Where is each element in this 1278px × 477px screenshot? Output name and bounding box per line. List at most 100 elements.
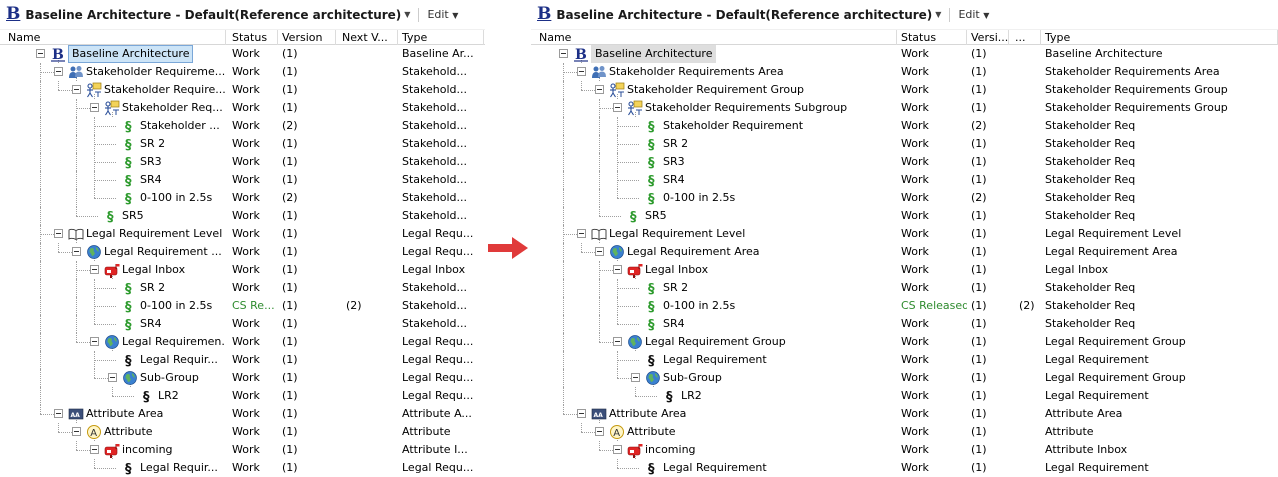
column-header-version[interactable]: Versi... (967, 30, 1009, 45)
tree-row[interactable]: Stakeholder Requireme... Work (1) Stakehold… (0, 63, 485, 81)
column-header-type[interactable]: Type (1041, 30, 1278, 45)
collapse-toggle-icon[interactable] (36, 49, 45, 58)
tree-item-label[interactable]: Attribute (104, 423, 153, 441)
tree-item-label[interactable]: SR4 (140, 171, 162, 189)
tree-row[interactable]: § Stakeholder Requirement Work (2) Stakehold… (531, 117, 1278, 135)
collapse-toggle-icon[interactable] (72, 247, 81, 256)
tree-row[interactable]: § SR4 Work (1) Stakeholder Req (531, 171, 1278, 189)
collapse-toggle-icon[interactable] (54, 409, 63, 418)
column-header-type[interactable]: Type (398, 30, 484, 45)
collapse-toggle-icon[interactable] (613, 265, 622, 274)
tree-item-label[interactable]: SR5 (645, 207, 667, 225)
tree-item-label[interactable]: SR5 (122, 207, 144, 225)
tree-row[interactable]: § Legal Requir... Work (1) Legal Requ... (0, 351, 485, 369)
tree-row[interactable]: § SR4 Work (1) Stakehold... (0, 171, 485, 189)
tree-row[interactable]: Legal Inbox Work (1) Legal Inbox (0, 261, 485, 279)
collapse-toggle-icon[interactable] (90, 103, 99, 112)
tree-row[interactable]: A Attribute Work (1) Attribute (0, 423, 485, 441)
edit-menu[interactable]: Edit ▼ (427, 8, 458, 21)
tree-row[interactable]: incoming Work (1) Attribute Inbox (531, 441, 1278, 459)
tree-item-label[interactable]: 0-100 in 2.5s (140, 297, 212, 315)
tree-row[interactable]: B Baseline Architecture Work (1) Baseline Ar… (0, 45, 485, 63)
tree-row[interactable]: § LR2 Work (1) Legal Requirement (531, 387, 1278, 405)
tree-item-label[interactable]: 0-100 in 2.5s (140, 189, 212, 207)
tree-item-label[interactable]: Legal Requirement (663, 351, 767, 369)
tree-row[interactable]: Sub-Group Work (1) Legal Requirement Group (531, 369, 1278, 387)
tree-item-label[interactable]: Attribute Area (86, 405, 163, 423)
tree-item-label[interactable]: SR 2 (140, 135, 165, 153)
tree-row[interactable]: § SR4 Work (1) Stakeholder Req (531, 315, 1278, 333)
tree-row[interactable]: Legal Requirement Group Work (1) Legal Requ… (531, 333, 1278, 351)
tree-item-label[interactable]: Attribute Area (609, 405, 686, 423)
tree-item-label[interactable]: SR 2 (663, 135, 688, 153)
tree-row[interactable]: § SR3 Work (1) Stakeholder Req (531, 153, 1278, 171)
tree-item-label[interactable]: Attribute (627, 423, 676, 441)
tree-item-label[interactable]: SR3 (663, 153, 685, 171)
collapse-toggle-icon[interactable] (54, 67, 63, 76)
tree-item-label[interactable]: Stakeholder Requirement (663, 117, 803, 135)
tree-item-label[interactable]: Baseline Architecture (591, 45, 717, 63)
collapse-toggle-icon[interactable] (90, 265, 99, 274)
tree-item-label[interactable]: SR3 (140, 153, 162, 171)
collapse-toggle-icon[interactable] (577, 67, 586, 76)
tree-item-label[interactable]: Legal Requirement ... (104, 243, 222, 261)
tree-row[interactable]: § SR 2 Work (1) Stakehold... (0, 279, 485, 297)
tree-row[interactable]: § Legal Requirement Work (1) Legal Requireme… (531, 351, 1278, 369)
column-header-status[interactable]: Status (228, 30, 278, 45)
tree-row[interactable]: § 0-100 in 2.5s CS Released (1) (2) Stakehold… (531, 297, 1278, 315)
tree-item-label[interactable]: Stakeholder Requirements Subgroup (645, 99, 847, 117)
column-header-status[interactable]: Status (897, 30, 967, 45)
tree-item-label[interactable]: Legal Requir... (140, 351, 218, 369)
tree-row[interactable]: Stakeholder Requirement Group Work (1) Stak… (531, 81, 1278, 99)
collapse-toggle-icon[interactable] (577, 409, 586, 418)
tree-row[interactable]: AA Attribute Area Work (1) Attribute A... (0, 405, 485, 423)
tree-row[interactable]: Stakeholder Req... Work (1) Stakehold... (0, 99, 485, 117)
tree-item-label[interactable]: Legal Requirement Group (645, 333, 786, 351)
tree-row[interactable]: § SR5 Work (1) Stakehold... (0, 207, 485, 225)
tree-item-label[interactable]: Stakeholder Require... (104, 81, 226, 99)
tree-row[interactable]: § SR3 Work (1) Stakehold... (0, 153, 485, 171)
column-header-next[interactable]: ... (1011, 30, 1041, 45)
tree-item-label[interactable]: LR2 (681, 387, 702, 405)
tree-row[interactable]: § SR 2 Work (1) Stakehold... (0, 135, 485, 153)
tree-item-label[interactable]: 0-100 in 2.5s (663, 189, 735, 207)
collapse-toggle-icon[interactable] (90, 337, 99, 346)
tree-row[interactable]: § 0-100 in 2.5s Work (2) Stakehold... (0, 189, 485, 207)
tree-row[interactable]: Legal Requiremen... Work (1) Legal Requ... (0, 333, 485, 351)
column-header-next[interactable]: Next V... (338, 30, 398, 45)
collapse-toggle-icon[interactable] (613, 103, 622, 112)
tree-row[interactable]: § SR 2 Work (1) Stakeholder Req (531, 135, 1278, 153)
collapse-toggle-icon[interactable] (595, 85, 604, 94)
tree-item-label[interactable]: incoming (122, 441, 173, 459)
tree-row[interactable]: Stakeholder Requirements Subgroup Work (1)… (531, 99, 1278, 117)
collapse-toggle-icon[interactable] (72, 85, 81, 94)
tree-row[interactable]: § 0-100 in 2.5s CS Re... (1) (2) Stakehold... (0, 297, 485, 315)
tree-item-label[interactable]: Legal Requirement Level (86, 225, 222, 243)
tree-row[interactable]: Stakeholder Requirements Area Work (1) Stak… (531, 63, 1278, 81)
column-header-name[interactable]: Name (535, 30, 897, 45)
tree-row[interactable]: Legal Requirement Level Work (1) Legal Requ… (0, 225, 485, 243)
collapse-toggle-icon[interactable] (90, 445, 99, 454)
tree-item-label[interactable]: Stakeholder Requirements Area (609, 63, 784, 81)
collapse-toggle-icon[interactable] (595, 247, 604, 256)
title-dropdown-icon[interactable]: ▼ (404, 10, 410, 19)
collapse-toggle-icon[interactable] (108, 373, 117, 382)
tree-row[interactable]: § Legal Requir... Work (1) Legal Requ... (0, 459, 485, 477)
tree-row[interactable]: Sub-Group Work (1) Legal Requ... (0, 369, 485, 387)
tree-row[interactable]: § LR2 Work (1) Legal Requ... (0, 387, 485, 405)
tree-item-label[interactable]: Legal Requirement Area (627, 243, 760, 261)
edit-menu[interactable]: Edit ▼ (958, 8, 989, 21)
tree-item-label[interactable]: Legal Requiremen... (122, 333, 226, 351)
tree-item-label[interactable]: Legal Inbox (645, 261, 708, 279)
tree-item-label[interactable]: incoming (645, 441, 696, 459)
tree-row[interactable]: A Attribute Work (1) Attribute (531, 423, 1278, 441)
collapse-toggle-icon[interactable] (613, 337, 622, 346)
tree-item-label[interactable]: Stakeholder Requirement Group (627, 81, 804, 99)
tree-row[interactable]: Legal Requirement Area Work (1) Legal Requi… (531, 243, 1278, 261)
tree-item-label[interactable]: 0-100 in 2.5s (663, 297, 735, 315)
tree-item-label[interactable]: Baseline Architecture (68, 45, 194, 63)
tree-row[interactable]: B Baseline Architecture Work (1) Baseline Ar… (531, 45, 1278, 63)
tree-row[interactable]: § SR5 Work (1) Stakeholder Req (531, 207, 1278, 225)
tree-item-label[interactable]: SR4 (140, 315, 162, 333)
tree-row[interactable]: § SR4 Work (1) Stakehold... (0, 315, 485, 333)
